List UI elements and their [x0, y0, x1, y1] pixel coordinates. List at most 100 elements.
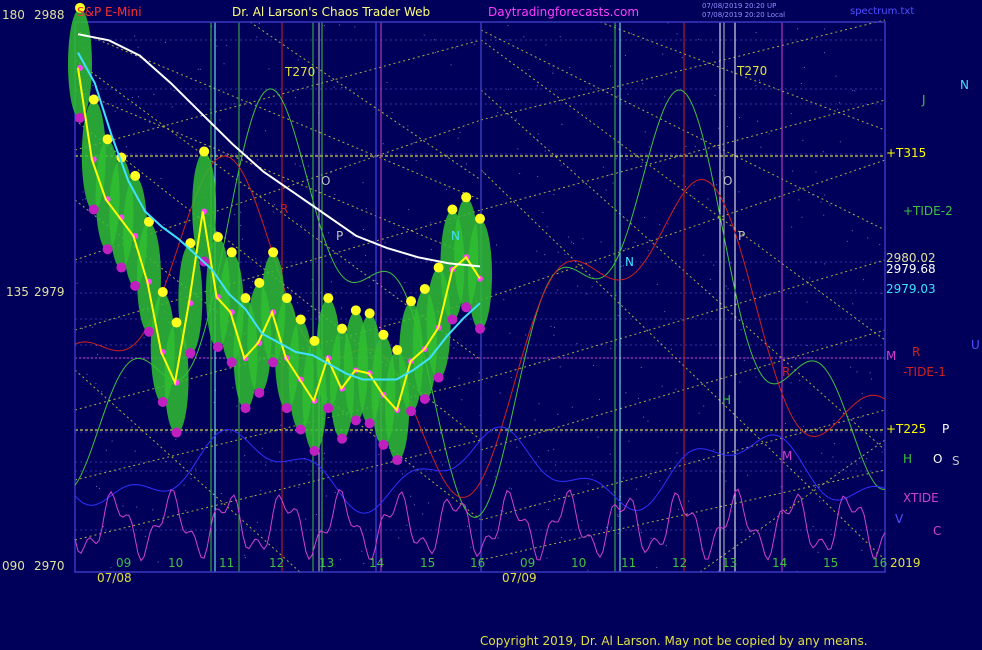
- high-dot: [130, 170, 141, 181]
- star: [404, 281, 406, 283]
- star: [784, 423, 786, 425]
- star: [502, 511, 504, 513]
- star: [707, 198, 709, 200]
- star: [739, 381, 741, 383]
- star: [820, 201, 822, 203]
- star: [509, 332, 511, 334]
- star: [664, 311, 666, 313]
- high-dot: [337, 323, 348, 334]
- star: [824, 194, 826, 196]
- star: [330, 281, 332, 283]
- star: [861, 392, 863, 394]
- star: [542, 212, 544, 214]
- star: [279, 451, 281, 453]
- star: [790, 382, 792, 384]
- star: [365, 255, 367, 257]
- star: [809, 277, 811, 279]
- star: [299, 165, 301, 167]
- star: [824, 263, 826, 265]
- star: [647, 420, 649, 422]
- low-dot: [157, 397, 168, 407]
- star: [815, 171, 817, 173]
- star: [667, 223, 669, 225]
- star: [333, 86, 335, 88]
- star: [747, 474, 749, 476]
- star: [256, 521, 258, 523]
- star: [105, 449, 107, 451]
- star: [830, 534, 832, 536]
- date-label-2: 07/09: [502, 571, 537, 585]
- star: [233, 103, 235, 105]
- star: [486, 484, 488, 486]
- high-dot: [433, 262, 444, 273]
- star: [587, 483, 589, 485]
- right-label-xtide: XTIDE: [903, 491, 939, 505]
- star: [835, 75, 837, 77]
- star: [442, 464, 444, 466]
- star: [743, 359, 745, 361]
- star: [236, 405, 238, 407]
- low-dot: [392, 455, 403, 466]
- star: [160, 177, 162, 179]
- star: [650, 537, 652, 539]
- star: [130, 468, 132, 470]
- right-label-price-3: 2979.03: [886, 282, 936, 296]
- low-dot: [337, 433, 348, 444]
- star: [185, 509, 187, 511]
- star: [577, 285, 579, 287]
- star: [413, 504, 415, 506]
- star: [241, 238, 243, 240]
- star: [625, 392, 627, 394]
- star: [591, 474, 593, 476]
- star: [617, 515, 619, 517]
- low-dot: [406, 406, 417, 417]
- star: [793, 429, 795, 431]
- star: [659, 480, 661, 482]
- star: [297, 302, 299, 304]
- star: [244, 455, 246, 457]
- star: [422, 513, 424, 515]
- high-dot: [240, 293, 251, 304]
- star: [382, 143, 384, 145]
- right-label-price-2: 2979.68: [886, 262, 936, 276]
- star: [547, 509, 549, 511]
- star: [250, 286, 252, 288]
- high-dot: [461, 192, 472, 203]
- star: [802, 139, 804, 141]
- star: [822, 151, 824, 153]
- star: [554, 464, 556, 466]
- star: [609, 453, 611, 455]
- star: [766, 294, 768, 296]
- star: [195, 468, 197, 470]
- star: [622, 265, 624, 267]
- star: [659, 224, 661, 226]
- star: [457, 137, 459, 139]
- star: [806, 301, 808, 303]
- star: [82, 199, 84, 201]
- star: [755, 32, 757, 34]
- header-stamp-2: 07/08/2019 20:20 Local: [702, 11, 785, 19]
- high-dot: [268, 247, 279, 258]
- star: [799, 379, 801, 381]
- star: [483, 171, 485, 173]
- star: [821, 452, 823, 454]
- star: [536, 85, 538, 87]
- star: [801, 216, 803, 218]
- star: [435, 52, 437, 54]
- star: [467, 525, 469, 527]
- star: [384, 242, 386, 244]
- low-dot: [309, 445, 320, 456]
- star: [867, 237, 869, 239]
- star: [832, 456, 834, 458]
- star: [869, 372, 871, 374]
- star: [656, 283, 658, 285]
- high-dot: [419, 283, 430, 294]
- star: [742, 279, 744, 281]
- right-label-t315: +T315: [886, 146, 926, 160]
- star: [626, 158, 628, 160]
- star: [220, 493, 222, 495]
- star: [251, 495, 253, 497]
- star: [190, 478, 192, 480]
- star: [879, 243, 881, 245]
- star: [534, 419, 536, 421]
